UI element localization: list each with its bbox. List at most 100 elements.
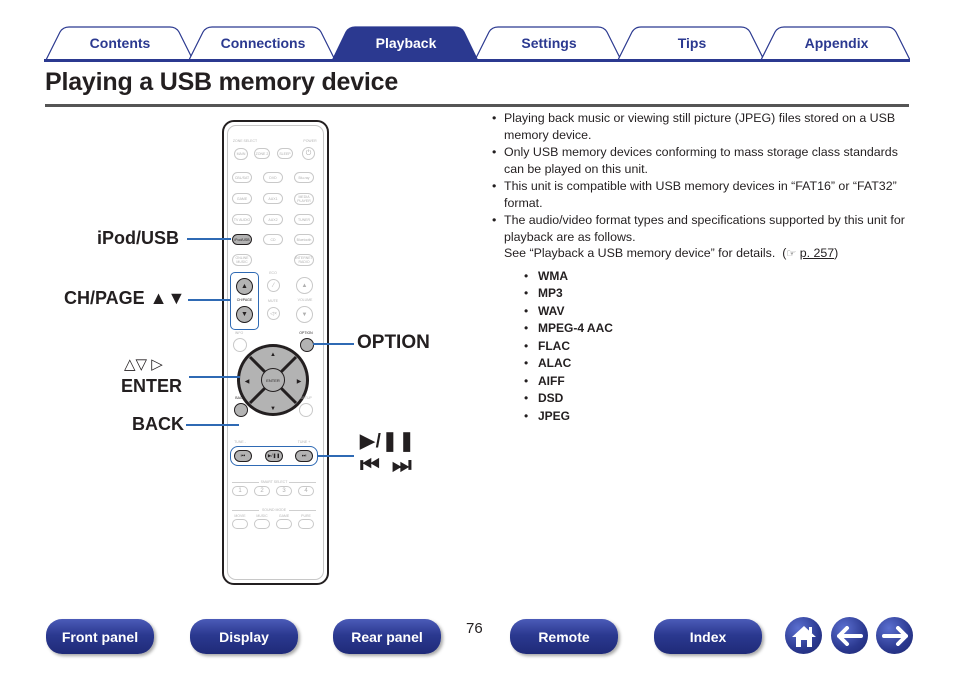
remote-label-smart-select: SMART SELECT (259, 480, 289, 484)
remote-button-aux2: AUX2 (263, 214, 283, 225)
volume-up-icon: ▲ (296, 277, 313, 294)
svg-text:◀: ◀ (245, 379, 250, 385)
index-button[interactable]: Index (654, 619, 762, 654)
format-item: JPEG (524, 408, 910, 426)
remote-label-power: POWER (303, 139, 317, 143)
format-item: AIFF (524, 373, 910, 391)
callout-line-back (186, 424, 239, 426)
list-item: The audio/video format types and specifi… (490, 212, 910, 425)
remote-label-setup: SETUP (300, 396, 312, 400)
tab-tips[interactable]: Tips (626, 26, 758, 60)
remote-button-dvd: DVD (263, 172, 283, 183)
remote-label-mute: MUTE (268, 299, 278, 303)
list-item: Playing back music or viewing still pict… (490, 110, 910, 143)
remote-button[interactable]: Remote (510, 619, 618, 654)
remote-label-option: OPTION (299, 331, 313, 335)
front-panel-button[interactable]: Front panel (46, 619, 154, 654)
remote-button-bluetooth: Bluetooth (294, 234, 314, 245)
format-item: WMA (524, 268, 910, 286)
eco-leaf-icon: ⁄ (267, 279, 280, 292)
tab-contents[interactable]: Contents (54, 26, 186, 60)
remote-label-eco: ECO (269, 271, 277, 275)
remote-button-aux1: AUX1 (263, 193, 283, 204)
remote-button-online-music: ONLINE MUSIC (232, 254, 252, 266)
bullet-text: This unit is compatible with USB memory … (504, 179, 897, 210)
remote-button-enter: ENTER (261, 368, 285, 392)
callout-enter: ENTER (121, 376, 183, 396)
remote-button-bluray: Blu-ray (294, 172, 314, 183)
tab-appendix[interactable]: Appendix (769, 26, 904, 60)
skip-back-icon: ⏮ (234, 450, 252, 462)
remote-label-back: BACK (235, 396, 245, 400)
tab-connections[interactable]: Connections (197, 26, 329, 60)
home-button[interactable] (785, 617, 822, 654)
remote-label-zone-select: ZONE SELECT (232, 139, 258, 143)
forward-page-button[interactable] (876, 617, 913, 654)
bullet-text: Playing back music or viewing still pict… (504, 111, 896, 142)
remote-button-media-player: MEDIA PLAYER (294, 193, 314, 205)
smart-select-2: 2 (254, 486, 270, 496)
callout-line-option (313, 343, 354, 345)
format-item: DSD (524, 390, 910, 408)
sound-mode-game (276, 519, 292, 529)
remote-button-main: MAIN (234, 148, 248, 160)
back-page-button[interactable] (831, 617, 868, 654)
remote-control-illustration: ZONE SELECT POWER MAIN ZONE 2 SLEEP ⏻ CB… (222, 120, 329, 585)
format-item: MP3 (524, 285, 910, 303)
remote-label-sound-mode: SOUND MODE (259, 508, 289, 512)
remote-button-cbl-sat: CBL/SAT (232, 172, 252, 183)
tabs-baseline (44, 59, 910, 62)
callout-arrows: △▽ ▷ (124, 356, 163, 373)
arrow-right-icon (881, 625, 908, 646)
callout-line-ipod-usb (187, 238, 231, 240)
ref-close-paren: ) (834, 246, 839, 260)
smart-select-4: 4 (298, 486, 314, 496)
svg-text:▼: ▼ (270, 406, 276, 412)
remote-button-tv-audio: TV AUDIO (232, 214, 252, 225)
tab-settings[interactable]: Settings (483, 26, 615, 60)
supported-formats-list: WMA MP3 WAV MPEG-4 AAC FLAC ALAC AIFF DS… (524, 268, 910, 426)
page-number: 76 (466, 620, 483, 637)
sound-mode-music (254, 519, 270, 529)
remote-label-info: INFO (234, 331, 244, 335)
mute-icon: ◁× (267, 307, 280, 320)
rear-panel-button[interactable]: Rear panel (333, 619, 441, 654)
smart-select-1: 1 (232, 486, 248, 496)
ch-up-icon: ▲ (236, 278, 253, 295)
remote-button-zone2: ZONE 2 (254, 148, 270, 159)
callout-ch-page: CH/PAGE ▲▼ (64, 288, 186, 308)
play-pause-icon: ▶/❚❚ (265, 450, 283, 462)
see-text: See “Playback a USB memory device” for d… (504, 246, 776, 260)
chapter-tabs: Contents Connections Playback Settings T… (44, 26, 910, 62)
page-reference-link[interactable]: p. 257 (800, 246, 834, 260)
list-item: This unit is compatible with USB memory … (490, 178, 910, 211)
remote-label-game: GAME (278, 514, 290, 518)
display-button[interactable]: Display (190, 619, 298, 654)
smart-select-3: 3 (276, 486, 292, 496)
callout-line-enter (189, 376, 240, 378)
remote-button-cd: CD (263, 234, 283, 245)
tab-playback[interactable]: Playback (340, 26, 472, 60)
callout-skip: ⏮ ⏭ (360, 452, 415, 477)
skip-forward-icon: ⏭ (295, 450, 313, 462)
remote-label-tune-minus: TUNE - (234, 440, 246, 444)
callout-back: BACK (132, 414, 184, 434)
sound-mode-movie (232, 519, 248, 529)
remote-label-pure: PURE (301, 514, 311, 518)
remote-button-ipod-usb: iPod/USB (232, 234, 252, 245)
remote-button-back (234, 403, 248, 417)
format-item: MPEG-4 AAC (524, 320, 910, 338)
format-item: FLAC (524, 338, 910, 356)
remote-dpad: ▲ ▼ ▶ ◀ ENTER (237, 344, 309, 416)
list-item: Only USB memory devices conforming to ma… (490, 144, 910, 177)
format-item: ALAC (524, 355, 910, 373)
remote-label-tune-plus: TUNE + (297, 440, 311, 444)
sound-mode-pure (298, 519, 314, 529)
arrow-left-icon (836, 625, 863, 646)
title-divider (45, 104, 909, 107)
page-content: Playing back music or viewing still pict… (490, 110, 910, 426)
remote-label-movie: MOVIE (234, 514, 246, 518)
info-bullet-list: Playing back music or viewing still pict… (490, 110, 910, 425)
svg-text:▲: ▲ (270, 352, 276, 358)
callout-option: OPTION (357, 332, 430, 353)
